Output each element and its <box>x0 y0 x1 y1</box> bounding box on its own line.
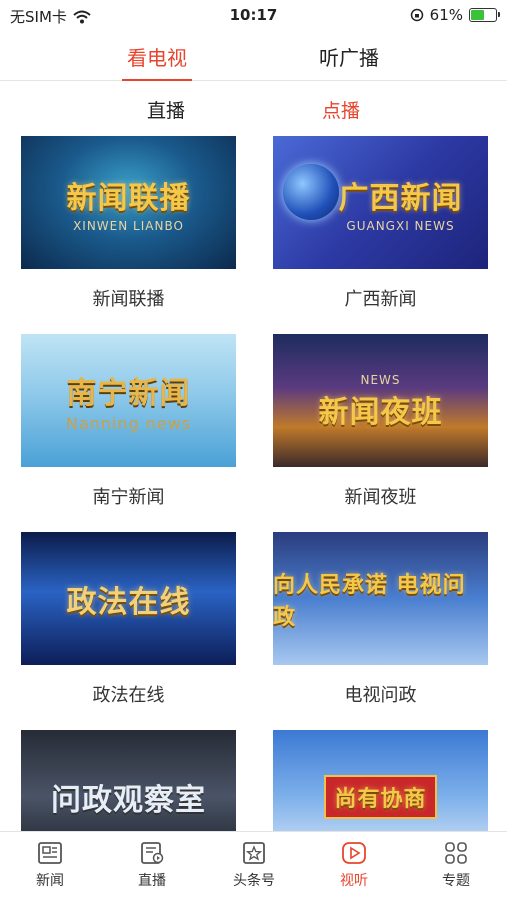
thumbnail-title: 政法在线 <box>66 584 191 620</box>
nav-label: 新闻 <box>36 873 64 889</box>
nav-headline[interactable]: 头条号 <box>214 840 294 890</box>
thumbnail-title: 新闻夜班 <box>318 394 443 430</box>
program-thumbnail[interactable]: 广西新闻 GUANGXI NEWS <box>273 136 488 269</box>
program-label: 广西新闻 <box>344 289 417 310</box>
program-thumbnail[interactable]: 政法在线 <box>21 532 236 665</box>
battery-icon <box>469 8 500 22</box>
play-icon <box>342 842 366 864</box>
nav-label: 专题 <box>442 873 470 889</box>
headline-icon <box>243 842 265 864</box>
topics-icon <box>445 842 467 864</box>
bottom-nav: 新闻 直播 头条号 视听 专题 <box>0 831 507 900</box>
status-right: 61% <box>410 6 500 24</box>
thumbnail-title: 向人民承诺 电视问政 <box>273 572 466 630</box>
nav-audiovisual[interactable]: 视听 <box>314 840 394 890</box>
program-thumbnail[interactable]: 南宁新闻 Nanning news <box>21 334 236 467</box>
tab-tv[interactable]: 看电视 <box>102 42 212 71</box>
program-label: 新闻夜班 <box>344 487 417 508</box>
program-thumbnail[interactable]: 向人民承诺 电视问政 <box>273 532 488 665</box>
program-thumbnail[interactable]: NEWS 新闻夜班 <box>273 334 488 467</box>
news-icon <box>38 842 62 864</box>
thumbnail-title: 问政观察室 <box>51 782 206 818</box>
thumbnail-title: 新闻联播 <box>66 180 191 216</box>
nav-label: 头条号 <box>233 873 275 889</box>
thumbnail-subtitle: Nanning news <box>65 414 192 433</box>
thumbnail-title: 广西新闻 <box>338 180 463 216</box>
thumbnail-title: 南宁新闻 <box>66 376 191 411</box>
orientation-lock-icon <box>410 8 423 22</box>
nav-label: 视听 <box>340 873 368 889</box>
tab-radio[interactable]: 听广播 <box>294 42 404 71</box>
live-icon <box>141 842 164 864</box>
program-card[interactable]: 向人民承诺 电视问政 电视问政 <box>273 532 488 707</box>
nav-label: 直播 <box>138 873 166 889</box>
active-tab-indicator <box>122 79 192 81</box>
nav-news[interactable]: 新闻 <box>10 840 90 890</box>
battery-fill <box>471 10 484 20</box>
thumbnail-title: 尚有协商 <box>324 774 437 819</box>
subtab-live[interactable]: 直播 <box>116 96 216 123</box>
nav-live[interactable]: 直播 <box>112 840 192 890</box>
subtab-vod[interactable]: 点播 <box>291 96 391 123</box>
program-label: 电视问政 <box>344 685 417 706</box>
thumbnail-subtitle: NEWS <box>360 372 401 387</box>
nav-topics[interactable]: 专题 <box>416 840 496 890</box>
program-label: 政法在线 <box>92 685 165 706</box>
program-card[interactable]: 政法在线 政法在线 <box>21 532 236 707</box>
thumbnail-subtitle: XINWEN LIANBO <box>73 218 184 233</box>
program-thumbnail[interactable]: 新闻联播 XINWEN LIANBO <box>21 136 236 269</box>
battery-percent: 61% <box>429 6 463 24</box>
program-label: 南宁新闻 <box>92 487 165 508</box>
program-label: 新闻联播 <box>92 289 165 310</box>
program-card[interactable]: 广西新闻 GUANGXI NEWS 广西新闻 <box>273 136 488 311</box>
sub-tabs: 直播 点播 <box>0 92 507 126</box>
status-bar: 无SIM卡 10:17 61% <box>0 0 507 30</box>
globe-graphic <box>283 164 339 220</box>
program-card[interactable]: NEWS 新闻夜班 新闻夜班 <box>273 334 488 509</box>
thumbnail-subtitle: GUANGXI NEWS <box>346 218 455 233</box>
top-tabs: 看电视 听广播 <box>0 36 507 81</box>
program-card[interactable]: 南宁新闻 Nanning news 南宁新闻 <box>21 334 236 509</box>
program-card[interactable]: 新闻联播 XINWEN LIANBO 新闻联播 <box>21 136 236 311</box>
